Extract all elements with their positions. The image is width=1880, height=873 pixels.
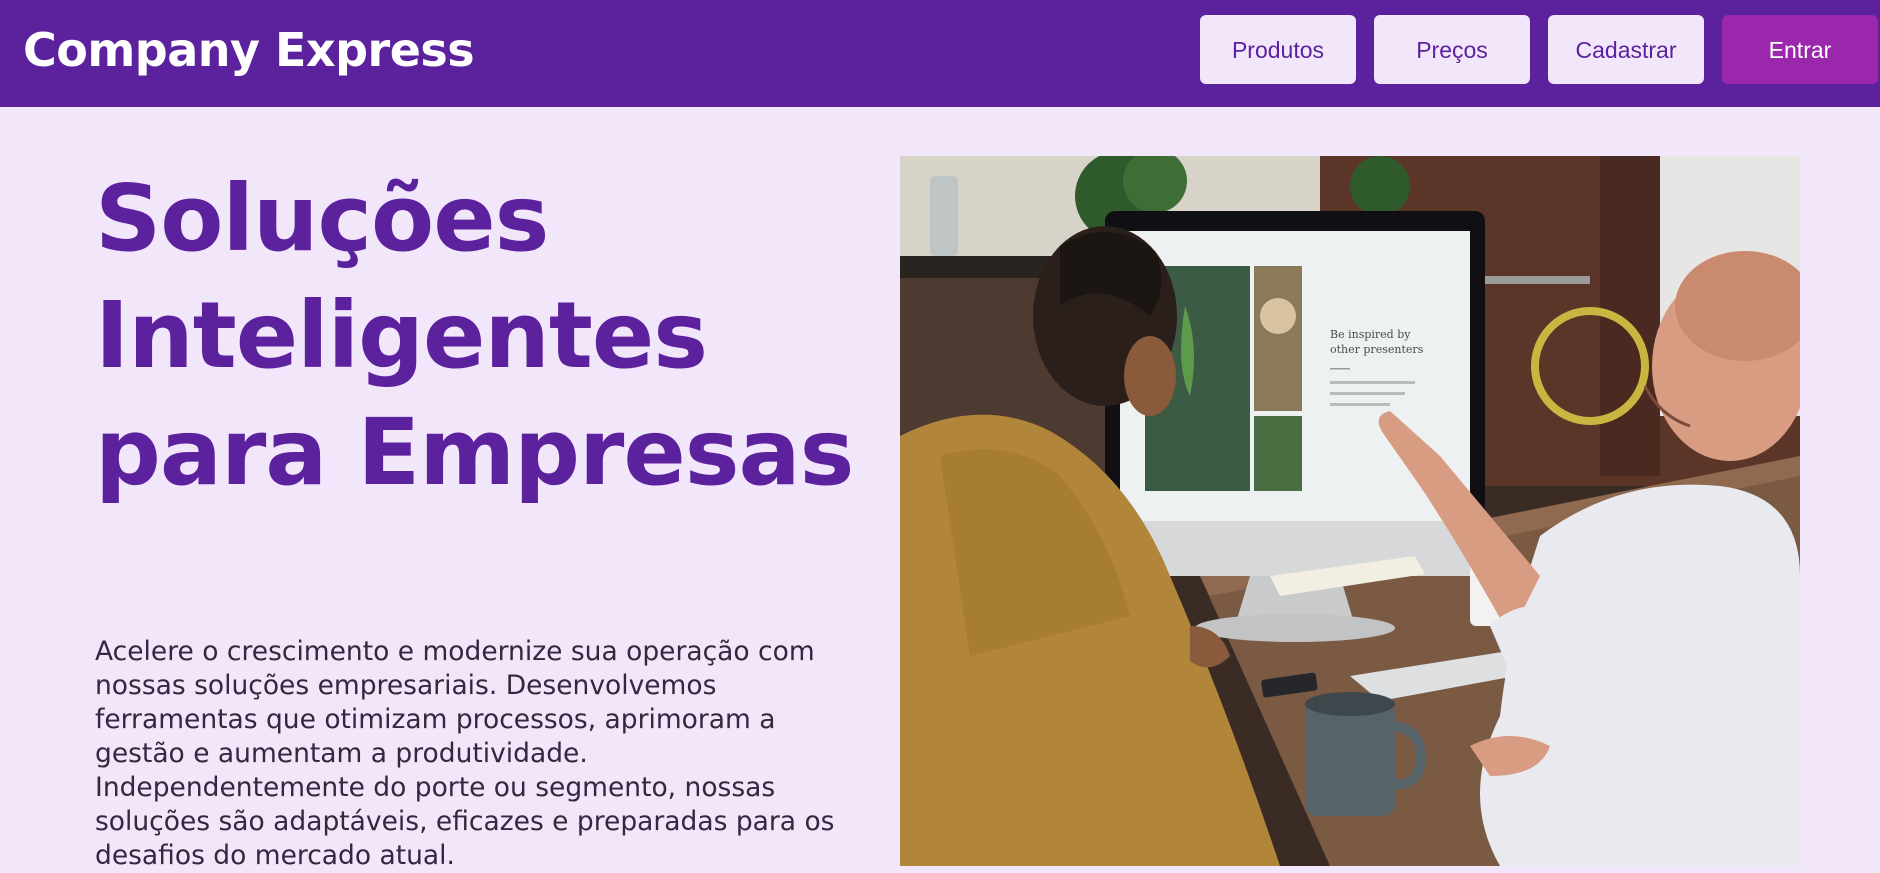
screen-heading-line2: other presenters: [1330, 343, 1424, 356]
nav-cadastrar-button[interactable]: Cadastrar: [1548, 15, 1704, 84]
screen-heading-line1: Be inspired by: [1330, 328, 1411, 341]
nav-produtos-button[interactable]: Produtos: [1200, 15, 1356, 84]
brand-logo-text[interactable]: Company Express: [23, 22, 475, 78]
nav-precos-button[interactable]: Preços: [1374, 15, 1530, 84]
top-navbar: Company Express Produtos Preços Cadastra…: [0, 0, 1880, 107]
nav-entrar-button[interactable]: Entrar: [1722, 15, 1878, 84]
hero-image: Be inspired by other presenters: [900, 156, 1800, 866]
hero-title: Soluções Inteligentes para Empresas: [95, 165, 854, 506]
hero-description: Acelere o crescimento e modernize sua op…: [95, 636, 835, 871]
